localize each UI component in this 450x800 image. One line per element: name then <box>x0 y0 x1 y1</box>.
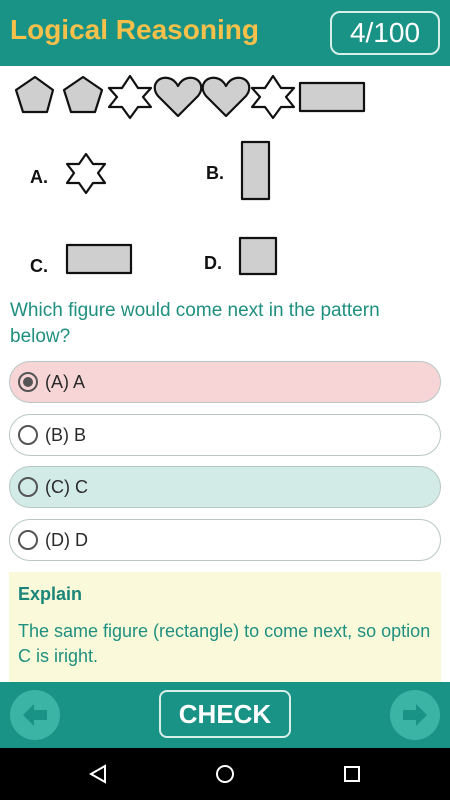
bottom-bar: CHECK <box>0 682 450 748</box>
choice-b-rectangle <box>240 140 271 201</box>
choice-c-letter: C. <box>30 256 48 276</box>
arrow-left-icon <box>23 704 47 726</box>
app-title: Logical Reasoning <box>10 14 259 45</box>
pattern-image: A. B. C. D. <box>14 74 366 276</box>
choice-a-letter: A. <box>30 167 48 187</box>
option-d[interactable]: (D) D <box>9 519 441 561</box>
prev-button[interactable] <box>10 690 60 740</box>
choice-a-star <box>65 152 107 195</box>
radio-unchecked-icon <box>18 425 38 445</box>
radio-checked-icon <box>18 372 38 392</box>
heart-shape <box>201 76 251 118</box>
check-button[interactable]: CHECK <box>159 690 291 738</box>
home-circle-icon[interactable] <box>215 764 235 784</box>
option-a[interactable]: (A) A <box>9 361 441 403</box>
question-counter: 4/100 <box>330 11 440 55</box>
heart-shape <box>153 76 203 118</box>
next-button[interactable] <box>390 690 440 740</box>
star-shape <box>107 74 153 120</box>
radio-unchecked-icon <box>18 477 38 497</box>
rectangle-shape <box>298 81 366 113</box>
app-screen: Logical Reasoning 4/100 A. B. C. D. Whic… <box>0 0 450 800</box>
choice-c-rectangle <box>65 243 133 275</box>
explain-title: Explain <box>18 584 83 604</box>
pentagon-shape <box>62 75 104 114</box>
option-b-label: (B) B <box>45 425 87 445</box>
system-nav-bar <box>0 748 450 800</box>
choice-d-letter: D. <box>204 253 222 273</box>
option-c[interactable]: (C) C <box>9 466 441 508</box>
choice-d-square <box>238 236 278 276</box>
question-text: Which figure would come next in the patt… <box>10 300 380 347</box>
star-shape <box>250 74 296 120</box>
arrow-right-icon <box>403 704 427 726</box>
option-d-label: (D) D <box>45 530 88 550</box>
explain-text: The same figure (rectangle) to come next… <box>18 621 431 666</box>
explain-panel: Explain The same figure (rectangle) to c… <box>9 572 441 682</box>
option-b[interactable]: (B) B <box>9 414 441 456</box>
choice-b-letter: B. <box>206 163 224 183</box>
option-c-label: (C) C <box>45 477 88 497</box>
recents-square-icon[interactable] <box>342 764 362 784</box>
option-a-label: (A) A <box>45 372 86 392</box>
back-triangle-icon[interactable] <box>88 764 108 784</box>
radio-unchecked-icon <box>18 530 38 550</box>
question-figure: A. B. C. D. <box>10 66 440 288</box>
header-bar: Logical Reasoning 4/100 <box>0 0 450 66</box>
pentagon-shape <box>14 75 55 114</box>
